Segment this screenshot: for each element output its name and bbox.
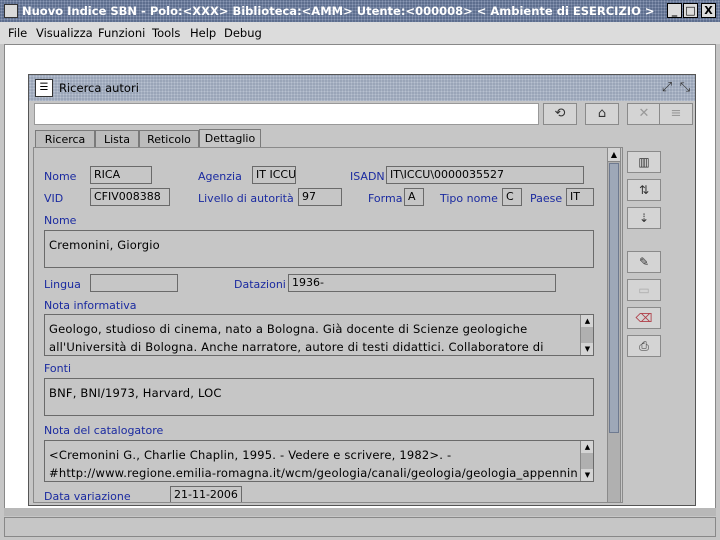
isadn-field[interactable]: IT\ICCU\0000035527 — [386, 166, 584, 184]
datazioni-field[interactable]: 1936- — [288, 274, 556, 292]
scroll-down-icon[interactable]: ▼ — [581, 343, 593, 355]
menu-file[interactable]: File — [8, 26, 27, 40]
frame-titlebar: ☰ Ricerca autori ⤢ ⤡ — [29, 75, 695, 101]
tab-reticolo[interactable]: Reticolo — [139, 130, 199, 148]
menu-visualizza[interactable]: Visualizza — [36, 26, 93, 40]
nome-field[interactable]: RICA — [90, 166, 152, 184]
scroll-up-icon[interactable]: ▲ — [581, 315, 593, 327]
nome-label: Nome — [44, 170, 77, 183]
data-variazione-label: Data variazione — [44, 490, 131, 503]
panel-scrollbar[interactable]: ▲ — [607, 147, 621, 503]
window-titlebar: Nuovo Indice SBN - Polo:<XXX> Biblioteca… — [0, 0, 720, 22]
menu-tools[interactable]: Tools — [152, 26, 180, 40]
menu-debug[interactable]: Debug — [224, 26, 262, 40]
nota-informativa-label: Nota informativa — [44, 299, 137, 312]
restore-icon[interactable]: ⤢ — [659, 80, 675, 96]
scroll-up-icon[interactable]: ▲ — [581, 441, 593, 453]
fonti-text: BNF, BNI/1973, Harvard, LOC — [49, 386, 222, 400]
books-icon[interactable]: ▥ — [627, 151, 661, 173]
scroll-up-icon[interactable]: ▲ — [608, 148, 620, 162]
app-icon — [4, 4, 18, 18]
nome-section-label: Nome — [44, 214, 77, 227]
isadn-label: ISADN — [350, 170, 385, 183]
tree-icon[interactable]: ⇅ — [627, 179, 661, 201]
frame-title: Ricerca autori — [59, 81, 139, 95]
toolbar-input[interactable] — [34, 103, 539, 125]
toolbar: ⟲ ⌂ ✕ ≡ — [31, 103, 693, 125]
tipo-nome-label: Tipo nome — [440, 192, 498, 205]
nota-catalogatore-line: <Cremonini G., Charlie Chaplin, 1995. - … — [49, 448, 452, 462]
nome-full-text: Cremonini, Giorgio — [49, 238, 160, 252]
nota-catalogatore-line: #http://www.regione.emilia-romagna.it/wc… — [49, 466, 578, 480]
tab-lista[interactable]: Lista — [95, 130, 139, 148]
menu-bar: File Visualizza Funzioni Tools Help Debu… — [0, 22, 720, 44]
nota-catalogatore-scrollbar[interactable]: ▲ ▼ — [580, 441, 593, 481]
close-button[interactable]: X — [701, 3, 716, 18]
scroll-down-icon[interactable]: ▼ — [581, 469, 593, 481]
minimize-icon[interactable]: ⤡ — [677, 80, 693, 96]
vid-field[interactable]: CFIV008388 — [90, 188, 170, 206]
forma-field[interactable]: A — [404, 188, 424, 206]
nota-informativa-line: Geologo, studioso di cinema, nato a Bolo… — [49, 322, 528, 336]
nota-informativa-field[interactable]: Geologo, studioso di cinema, nato a Bolo… — [44, 314, 594, 356]
window-title: Nuovo Indice SBN - Polo:<XXX> Biblioteca… — [22, 4, 655, 18]
document-icon: ☰ — [35, 79, 53, 97]
search-icon[interactable]: ⟲ — [543, 103, 577, 125]
lingua-field[interactable] — [90, 274, 178, 292]
menu-funzioni[interactable]: Funzioni — [98, 26, 145, 40]
tipo-nome-field[interactable]: C — [502, 188, 522, 206]
scroll-thumb[interactable] — [609, 163, 619, 433]
paese-field[interactable]: IT — [566, 188, 594, 206]
disabled-doc-icon[interactable]: ▭ — [627, 279, 661, 301]
menu-help[interactable]: Help — [190, 26, 216, 40]
maximize-button[interactable]: □ — [683, 3, 698, 18]
nota-catalogatore-label: Nota del catalogatore — [44, 424, 164, 437]
tab-dettaglio[interactable]: Dettaglio — [199, 129, 261, 149]
agenzia-label: Agenzia — [198, 170, 242, 183]
ricerca-autori-frame: ☰ Ricerca autori ⤢ ⤡ ⟲ ⌂ ✕ ≡ Ricerca Lis… — [28, 74, 696, 506]
vid-label: VID — [44, 192, 64, 205]
minimize-button[interactable]: _ — [667, 3, 682, 18]
fonti-field[interactable]: BNF, BNI/1973, Harvard, LOC — [44, 378, 594, 416]
paese-label: Paese — [530, 192, 563, 205]
home-icon[interactable]: ⌂ — [585, 103, 619, 125]
nota-catalogatore-field[interactable]: <Cremonini G., Charlie Chaplin, 1995. - … — [44, 440, 594, 482]
eraser-icon[interactable]: ⌫ — [627, 307, 661, 329]
cancel-icon[interactable]: ✕ — [627, 103, 661, 125]
tree-down-icon[interactable]: ⇣ — [627, 207, 661, 229]
agenzia-field[interactable]: IT ICCU — [252, 166, 296, 184]
desktop-hscroll — [4, 508, 716, 516]
tab-ricerca[interactable]: Ricerca — [35, 130, 95, 148]
nota-informativa-line: all'Università di Bologna. Anche narrato… — [49, 340, 544, 354]
nota-informativa-scrollbar[interactable]: ▲ ▼ — [580, 315, 593, 355]
nome-full-field[interactable]: Cremonini, Giorgio — [44, 230, 594, 268]
status-bar — [4, 517, 716, 537]
dettaglio-panel: Nome RICA Agenzia IT ICCU ISADN IT\ICCU\… — [33, 147, 623, 503]
edit-doc-icon[interactable]: ✎ — [627, 251, 661, 273]
print-icon[interactable]: ⎙ — [627, 335, 661, 357]
datazioni-label: Datazioni — [234, 278, 286, 291]
fonti-label: Fonti — [44, 362, 72, 375]
forma-label: Forma — [368, 192, 403, 205]
lingua-label: Lingua — [44, 278, 81, 291]
list-icon[interactable]: ≡ — [659, 103, 693, 125]
livello-label: Livello di autorità — [198, 192, 294, 205]
data-variazione-field[interactable]: 21-11-2006 — [170, 486, 242, 502]
livello-field[interactable]: 97 — [298, 188, 342, 206]
